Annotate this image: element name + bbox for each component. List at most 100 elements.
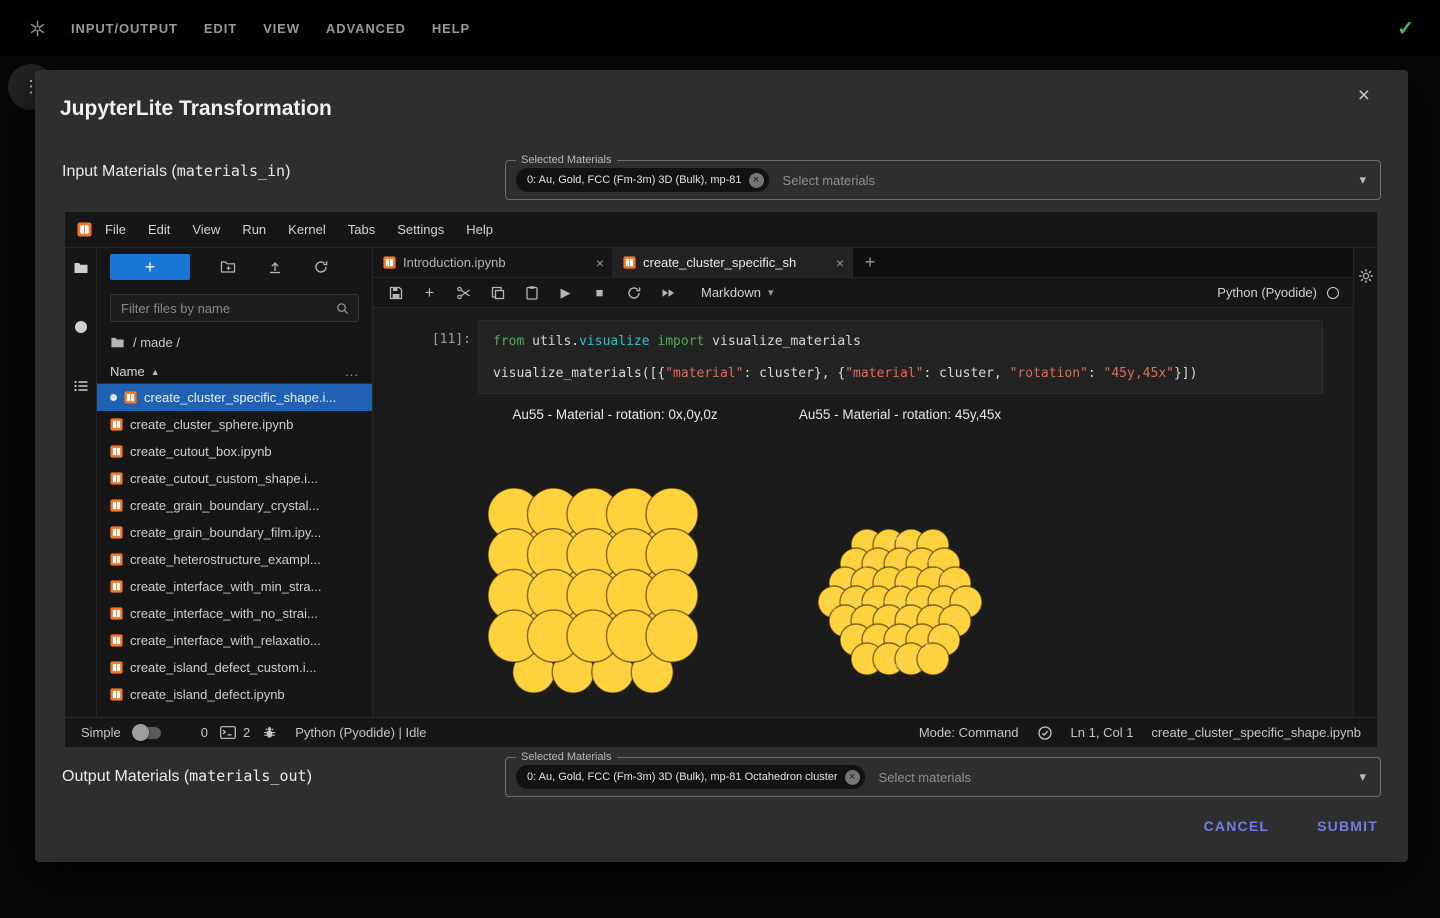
cut-icon[interactable] — [455, 284, 472, 301]
table-of-contents-icon[interactable] — [73, 378, 89, 394]
file-name: create_cluster_specific_shape.i... — [144, 390, 336, 405]
notebook-toolbar: + ▶ ■ — [373, 278, 1353, 308]
kernel-selector[interactable]: Python (Pyodide) — [1217, 285, 1339, 300]
file-row[interactable]: create_grain_boundary_film.ipy... — [97, 519, 372, 546]
jupyter-menu-item[interactable]: Tabs — [337, 222, 386, 237]
cancel-button[interactable]: CANCEL — [1204, 818, 1270, 834]
chevron-down-icon[interactable]: ▾ — [1359, 172, 1366, 188]
output-materials-select[interactable]: Selected Materials 0: Au, Gold, FCC (Fm-… — [505, 757, 1381, 797]
file-list-header[interactable]: Name ▲ ... — [97, 360, 372, 384]
jupyter-menu-item[interactable]: Help — [455, 222, 504, 237]
paste-icon[interactable] — [523, 284, 540, 301]
file-row[interactable]: create_island_defect_custom.i... — [97, 654, 372, 681]
jupyter-menu-item[interactable]: View — [181, 222, 231, 237]
file-row[interactable]: create_cluster_specific_shape.i... — [97, 384, 372, 411]
refresh-icon[interactable] — [312, 258, 330, 276]
app-menu-item[interactable]: VIEW — [263, 21, 300, 36]
output-material-chip[interactable]: 0: Au, Gold, FCC (Fm-3m) 3D (Bulk), mp-8… — [516, 765, 865, 789]
right-side-bar — [1353, 248, 1377, 717]
file-row[interactable]: create_cutout_box.ipynb — [97, 438, 372, 465]
jupyter-menu-item[interactable]: Run — [231, 222, 277, 237]
jupyterlite-panel: FileEditViewRunKernelTabsSettingsHelp — [65, 212, 1377, 747]
file-row[interactable]: create_interface_with_no_strai... — [97, 600, 372, 627]
input-label-prefix: Input Materials ( — [62, 163, 177, 180]
jupyter-menu-item[interactable]: Kernel — [277, 222, 337, 237]
new-folder-icon[interactable] — [219, 258, 237, 276]
toggle-knob — [132, 724, 149, 741]
jupyter-menu-item[interactable]: Settings — [386, 222, 455, 237]
jupyter-menu-item[interactable]: Edit — [137, 222, 181, 237]
kernel-status-text[interactable]: Python (Pyodide) | Idle — [295, 725, 426, 740]
command-mode-label[interactable]: Mode: Command — [919, 725, 1019, 740]
chip-delete-icon[interactable]: × — [845, 770, 860, 785]
run-icon[interactable]: ▶ — [557, 284, 574, 301]
insert-cell-icon[interactable]: + — [421, 284, 438, 301]
tab-bar: Introduction.ipynb × create_cluster_spec… — [373, 248, 1353, 278]
copy-icon[interactable] — [489, 284, 506, 301]
output-label-prefix: Output Materials ( — [62, 768, 189, 785]
file-name: create_interface_with_relaxatio... — [130, 633, 321, 648]
input-material-chip[interactable]: 0: Au, Gold, FCC (Fm-3m) 3D (Bulk), mp-8… — [516, 168, 769, 192]
notebook-content[interactable]: [11]: from utils.visualize import visual… — [373, 308, 1353, 717]
notebook-icon — [110, 661, 123, 674]
file-row[interactable]: create_interface_with_relaxatio... — [97, 627, 372, 654]
file-row[interactable]: create_heterostructure_exampl... — [97, 546, 372, 573]
code-cell[interactable]: from utils.visualize import visualize_ma… — [478, 320, 1323, 394]
atom — [646, 610, 698, 662]
stop-icon[interactable]: ■ — [591, 284, 608, 301]
notebook-trust-icon — [1037, 725, 1053, 741]
simple-mode-label: Simple — [81, 725, 121, 740]
status-bar: Simple 0 2 Python (Pyodide) | Idle Mode:… — [65, 717, 1377, 747]
header-more-icon[interactable]: ... — [345, 364, 359, 379]
save-icon[interactable] — [387, 284, 404, 301]
file-row[interactable]: create_grain_boundary_crystal... — [97, 492, 372, 519]
cursor-position[interactable]: Ln 1, Col 1 — [1071, 725, 1134, 740]
close-icon[interactable]: × — [1358, 84, 1370, 108]
upload-icon[interactable] — [266, 258, 284, 276]
app-menu-item[interactable]: INPUT/OUTPUT — [71, 21, 178, 36]
file-row[interactable]: create_interface_with_min_stra... — [97, 573, 372, 600]
tab-create-cluster[interactable]: create_cluster_specific_sh × — [613, 248, 853, 277]
settings-gear-icon[interactable] — [1358, 268, 1374, 284]
app-logo-icon[interactable] — [28, 19, 47, 38]
file-browser-actions: + — [97, 252, 372, 282]
cell-type-select[interactable]: Markdown ▾ — [701, 285, 774, 300]
app-menu-item[interactable]: HELP — [432, 21, 470, 36]
app-menu-item[interactable]: ADVANCED — [326, 21, 406, 36]
output-chip-label: 0: Au, Gold, FCC (Fm-3m) 3D (Bulk), mp-8… — [527, 771, 838, 783]
new-launcher-button[interactable]: + — [110, 254, 190, 280]
debugger-bug-icon[interactable] — [262, 725, 277, 740]
name-column-header: Name — [110, 364, 145, 379]
notebook-icon — [110, 499, 123, 512]
file-row[interactable]: create_cluster_sphere.ipynb — [97, 411, 372, 438]
chevron-down-icon[interactable]: ▾ — [1359, 769, 1366, 785]
terminals-count[interactable]: 0 — [201, 725, 208, 740]
success-check-icon[interactable]: ✓ — [1397, 16, 1414, 41]
tab-close-icon[interactable]: × — [836, 255, 844, 271]
breadcrumb[interactable]: / made / — [110, 332, 359, 352]
file-row[interactable]: create_cutout_custom_shape.i... — [97, 465, 372, 492]
run-all-icon[interactable] — [659, 284, 676, 301]
tab-introduction[interactable]: Introduction.ipynb × — [373, 248, 613, 277]
submit-button[interactable]: SUBMIT — [1317, 818, 1378, 834]
kernels-indicator[interactable]: 2 — [220, 725, 250, 740]
input-materials-select[interactable]: Selected Materials 0: Au, Gold, FCC (Fm-… — [505, 160, 1381, 200]
filter-files-input[interactable] — [119, 300, 335, 317]
file-browser-icon[interactable] — [73, 260, 89, 276]
new-tab-icon[interactable]: + — [853, 248, 887, 277]
file-browser-panel: + — [97, 248, 373, 717]
screen: INPUT/OUTPUTEDITVIEWADVANCEDHELP ✓ ⋮ Jup… — [0, 0, 1440, 918]
tab-close-icon[interactable]: × — [596, 255, 604, 271]
notebook-main: Introduction.ipynb × create_cluster_spec… — [373, 248, 1353, 717]
jupyter-menu-item[interactable]: File — [94, 222, 137, 237]
file-name: create_grain_boundary_film.ipy... — [130, 525, 321, 540]
simple-mode-toggle[interactable] — [135, 727, 161, 739]
chevron-down-icon: ▾ — [768, 286, 774, 299]
running-kernels-icon[interactable] — [73, 319, 89, 335]
chip-delete-icon[interactable]: × — [749, 173, 764, 188]
restart-kernel-icon[interactable] — [625, 284, 642, 301]
modified-dot — [110, 394, 117, 401]
file-row[interactable]: create_island_defect.ipynb — [97, 681, 372, 708]
tab-label: Introduction.ipynb — [403, 255, 506, 270]
app-menu-item[interactable]: EDIT — [204, 21, 237, 36]
